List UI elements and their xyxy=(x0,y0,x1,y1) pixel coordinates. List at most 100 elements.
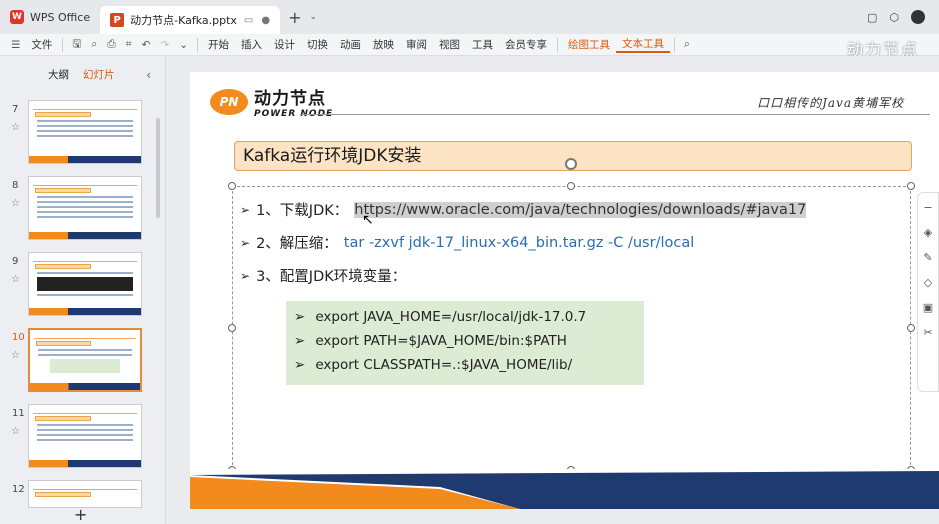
resize-handle[interactable] xyxy=(907,182,915,190)
thumb-header xyxy=(33,484,137,490)
shape-style-icon[interactable]: ◇ xyxy=(924,276,932,289)
tab-list-chevron-icon[interactable]: ⌄ xyxy=(310,12,318,22)
unsaved-dot-icon[interactable]: ● xyxy=(261,15,270,26)
thumb-terminal xyxy=(37,277,133,291)
tab-insert[interactable]: 插入 xyxy=(235,37,268,52)
search-icon[interactable]: ⌕ xyxy=(679,38,695,51)
jdk-download-link[interactable]: https://www.oracle.com/java/technologies… xyxy=(354,201,807,218)
more-chevron-icon[interactable]: ⌄ xyxy=(174,39,193,51)
tab-text-tools[interactable]: 文本工具 xyxy=(616,36,671,53)
restore-window-icon[interactable]: ▢ xyxy=(867,11,877,24)
thumb-line xyxy=(38,354,132,356)
star-icon[interactable]: ☆ xyxy=(11,122,20,133)
slide-editor-canvas: PN 动力节点 POWER NODE 口口相传的Java黄埔军校 Kafka运行… xyxy=(166,56,939,524)
tab-slideshow[interactable]: 放映 xyxy=(367,37,400,52)
slide-number: 9 xyxy=(12,256,19,267)
code-line: ➢ export PATH=$JAVA_HOME/bin:$PATH xyxy=(294,333,567,349)
format-painter-icon[interactable]: ⌕ xyxy=(86,38,102,51)
thumbnail-image[interactable] xyxy=(28,480,142,508)
frame-icon[interactable]: ▣ xyxy=(923,301,933,314)
bullet-step-2: ➢ 2、解压缩： tar -zxvf jdk-17_linux-x64_bin.… xyxy=(240,232,694,253)
code-line: ➢ export JAVA_HOME=/usr/local/jdk-17.0.7 xyxy=(294,309,586,325)
thumb-code-block xyxy=(50,359,120,373)
rotate-handle-icon[interactable] xyxy=(565,158,577,170)
tab-slides[interactable]: 幻灯片 xyxy=(83,67,115,82)
star-icon[interactable]: ☆ xyxy=(11,426,20,437)
thumb-line xyxy=(37,216,133,218)
tab-transition[interactable]: 切换 xyxy=(301,37,334,52)
document-tab-label: 动力节点-Kafka.pptx xyxy=(130,14,237,27)
thumbnail-image[interactable] xyxy=(28,176,142,240)
slide-thumbnail-9[interactable]: 9 ☆ xyxy=(0,252,160,322)
slide-thumbnail-11[interactable]: 11 ☆ xyxy=(0,404,160,474)
bullet-step-3: ➢ 3、配置JDK环境变量： xyxy=(240,265,406,286)
wps-home-tab[interactable]: W WPS Office xyxy=(0,0,100,34)
layers-icon[interactable]: ◈ xyxy=(924,226,932,239)
tab-member[interactable]: 会员专享 xyxy=(499,37,553,52)
bullet-step-1: ➢ 1、下载JDK： https://www.oracle.com/java/t… xyxy=(240,199,807,220)
thumbnail-image[interactable] xyxy=(28,252,142,316)
thumbnail-image[interactable] xyxy=(28,404,142,468)
thumbnail-image-selected[interactable] xyxy=(28,328,142,392)
window-controls: ▢ ⬡ xyxy=(867,10,925,24)
star-icon[interactable]: ☆ xyxy=(11,274,20,285)
edit-pen-icon[interactable]: ✎ xyxy=(923,251,932,264)
tab-start[interactable]: 开始 xyxy=(202,37,235,52)
window-mode-icon[interactable]: ▭ xyxy=(244,15,253,26)
menu-icon[interactable]: ☰ xyxy=(6,39,25,51)
print-icon[interactable]: ⎙ xyxy=(102,38,120,51)
thumb-footer xyxy=(29,460,141,467)
tab-tools[interactable]: 工具 xyxy=(466,37,499,52)
tab-design[interactable]: 设计 xyxy=(268,37,301,52)
panel-tabs: 大纲 幻灯片 xyxy=(0,56,165,92)
save-icon[interactable]: 🖫 xyxy=(67,36,86,54)
thumb-header xyxy=(34,333,136,339)
file-menu[interactable]: 文件 xyxy=(25,37,58,52)
code-line-text: export PATH=$JAVA_HOME/bin:$PATH xyxy=(315,333,567,349)
step1-label: 1、下载JDK： xyxy=(256,203,349,219)
slide-thumbnail-10[interactable]: 10 ☆ xyxy=(0,328,160,398)
divider xyxy=(557,37,559,52)
resize-handle[interactable] xyxy=(228,182,236,190)
tab-drawing-tools[interactable]: 绘图工具 xyxy=(562,37,616,52)
slide-number: 11 xyxy=(12,408,25,419)
slide-thumbnail-7[interactable]: 7 ☆ xyxy=(0,100,160,170)
print-preview-icon[interactable]: ⌗ xyxy=(121,38,137,51)
divider xyxy=(674,37,676,52)
undo-icon[interactable]: ↶ xyxy=(137,39,156,51)
tab-outline[interactable]: 大纲 xyxy=(48,67,69,82)
resize-handle[interactable] xyxy=(228,324,236,332)
redo-icon[interactable]: ↷ xyxy=(155,39,174,51)
arrow-bullet-icon: ➢ xyxy=(294,333,306,349)
thumb-line xyxy=(37,125,133,127)
thumbnail-image[interactable] xyxy=(28,100,142,164)
tab-animation[interactable]: 动画 xyxy=(334,37,367,52)
code-line-text: export CLASSPATH=.:$JAVA_HOME/lib/ xyxy=(315,357,573,373)
star-icon[interactable]: ☆ xyxy=(11,198,20,209)
slogan: 口口相传的Java黄埔军校 xyxy=(757,96,904,110)
star-icon[interactable]: ☆ xyxy=(11,350,20,361)
arrow-bullet-icon: ➢ xyxy=(294,357,306,373)
current-slide[interactable]: PN 动力节点 POWER NODE 口口相传的Java黄埔军校 Kafka运行… xyxy=(190,72,939,509)
collapse-icon[interactable]: − xyxy=(923,201,932,214)
code-line: ➢ export CLASSPATH=.:$JAVA_HOME/lib/ xyxy=(294,357,572,373)
cube-icon[interactable]: ⬡ xyxy=(889,11,899,24)
tab-review[interactable]: 审阅 xyxy=(400,37,433,52)
add-slide-button[interactable]: + xyxy=(74,505,87,524)
thumb-line xyxy=(37,211,133,213)
slide-number: 10 xyxy=(12,332,25,343)
arrow-bullet-icon: ➢ xyxy=(240,268,251,283)
slide-thumbnail-8[interactable]: 8 ☆ xyxy=(0,176,160,246)
thumb-line xyxy=(37,439,133,441)
user-avatar[interactable] xyxy=(911,10,925,24)
resize-handle[interactable] xyxy=(907,324,915,332)
document-tab[interactable]: P 动力节点-Kafka.pptx ▭ ● xyxy=(100,6,281,34)
collapse-panel-icon[interactable]: ‹ xyxy=(146,68,151,82)
resize-handle[interactable] xyxy=(567,182,575,190)
tab-view[interactable]: 视图 xyxy=(433,37,466,52)
step2-label: 2、解压缩： xyxy=(256,236,338,252)
slide-footer-decoration xyxy=(190,469,939,509)
thumb-header xyxy=(33,408,137,414)
tools-icon[interactable]: ✂ xyxy=(923,326,932,339)
new-tab-button[interactable]: + xyxy=(280,8,309,27)
